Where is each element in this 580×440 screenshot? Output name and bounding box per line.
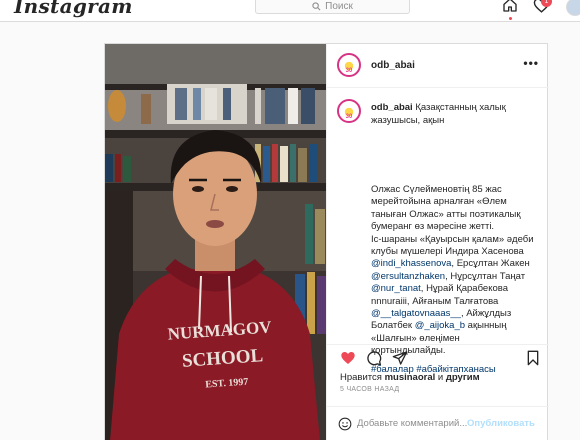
mention-link[interactable]: @_aijoka_b <box>415 320 465 331</box>
caption-scroll-area[interactable]: odb_abai Қазақстанның халық жазушысы, ақ… <box>327 89 549 374</box>
post-sidebar: odb_abai ••• odb_abai Қазақстанның халық… <box>326 44 549 440</box>
post-timestamp[interactable]: 5 ЧАСОВ НАЗАД <box>340 386 399 393</box>
caption-username[interactable]: odb_abai <box>371 102 413 113</box>
caption-text: ақынның <box>465 320 507 332</box>
caption-line: Олжас Сүлейменовтің 85 жас <box>371 184 502 195</box>
emoji-icon[interactable] <box>338 417 352 431</box>
caption-text: , Нұрсұлтан Таңат <box>445 270 526 282</box>
likes-mid: и <box>435 372 446 383</box>
instagram-logo[interactable]: Instagram <box>14 0 133 18</box>
post-header: odb_abai ••• <box>327 44 549 88</box>
post-actions-bar <box>327 344 549 366</box>
search-input[interactable]: Поиск <box>255 0 410 14</box>
share-icon[interactable] <box>392 350 408 366</box>
home-icon[interactable] <box>502 0 518 13</box>
caption-text: nnnuraiii, Айғаным Талғатова <box>371 295 499 307</box>
caption-text: , Нұрай Қарабекова <box>420 283 508 295</box>
more-options-icon[interactable]: ••• <box>523 56 539 70</box>
caption-header: odb_abai Қазақстанның халық жазушысы, ақ… <box>371 102 541 127</box>
likes-prefix: Нравится <box>340 372 385 383</box>
caption-text: Болатбек <box>371 320 415 332</box>
publish-button[interactable]: Опубликовать <box>467 418 535 429</box>
caption-text: , Ерсұлтан Жакен <box>451 258 530 270</box>
likes-user-link[interactable]: musinaoral <box>385 372 436 383</box>
caption-line: таныған Олжас» атты поэтикалық <box>371 208 521 220</box>
author-avatar[interactable] <box>337 53 361 77</box>
likes-others-link[interactable]: другим <box>446 372 480 383</box>
profile-avatar[interactable] <box>566 0 580 16</box>
caption-line: Іс-шараны «Қауырсын қалам» әдеби <box>371 233 534 245</box>
caption-line: бумеранг өз мәресіне жетті. <box>371 221 495 233</box>
likes-summary: Нравится musinaoral и другим <box>340 372 480 383</box>
post-video[interactable]: NURMAGOV SCHOOL EST. 1997 <box>105 44 326 440</box>
caption-line: мерейтойына арналған «Өлем <box>371 196 507 208</box>
author-username[interactable]: odb_abai <box>371 60 415 71</box>
search-placeholder: Поиск <box>325 1 353 12</box>
top-navigation-bar: Instagram Поиск 1 <box>0 0 580 22</box>
caption-body: Олжас Сүлейменовтің 85 жас мерейтойына а… <box>371 184 541 358</box>
mention-link[interactable]: @indi_khassenova <box>371 258 451 269</box>
notification-badge: 1 <box>541 0 552 7</box>
comment-icon[interactable] <box>366 350 382 366</box>
comment-input[interactable] <box>357 418 467 429</box>
save-bookmark-icon[interactable] <box>525 350 541 366</box>
active-dot <box>509 17 512 20</box>
caption-line: клубы мүшелері Индира Хасенова <box>371 246 524 258</box>
search-icon <box>312 2 321 11</box>
like-heart-icon[interactable] <box>340 350 356 366</box>
caption-author-avatar[interactable] <box>337 99 361 123</box>
caption-text: , Айжұлдыз <box>460 308 512 320</box>
video-frame: NURMAGOV SCHOOL EST. 1997 <box>105 44 326 440</box>
mention-link[interactable]: @__talgatovnaaas__ <box>371 308 461 319</box>
post-card: NURMAGOV SCHOOL EST. 1997 odb_abai ••• o… <box>104 43 549 440</box>
mention-link[interactable]: @ersultanzhaken <box>371 271 445 282</box>
comment-form: Опубликовать <box>327 406 549 440</box>
mention-link[interactable]: @nur_tanat <box>371 283 421 294</box>
